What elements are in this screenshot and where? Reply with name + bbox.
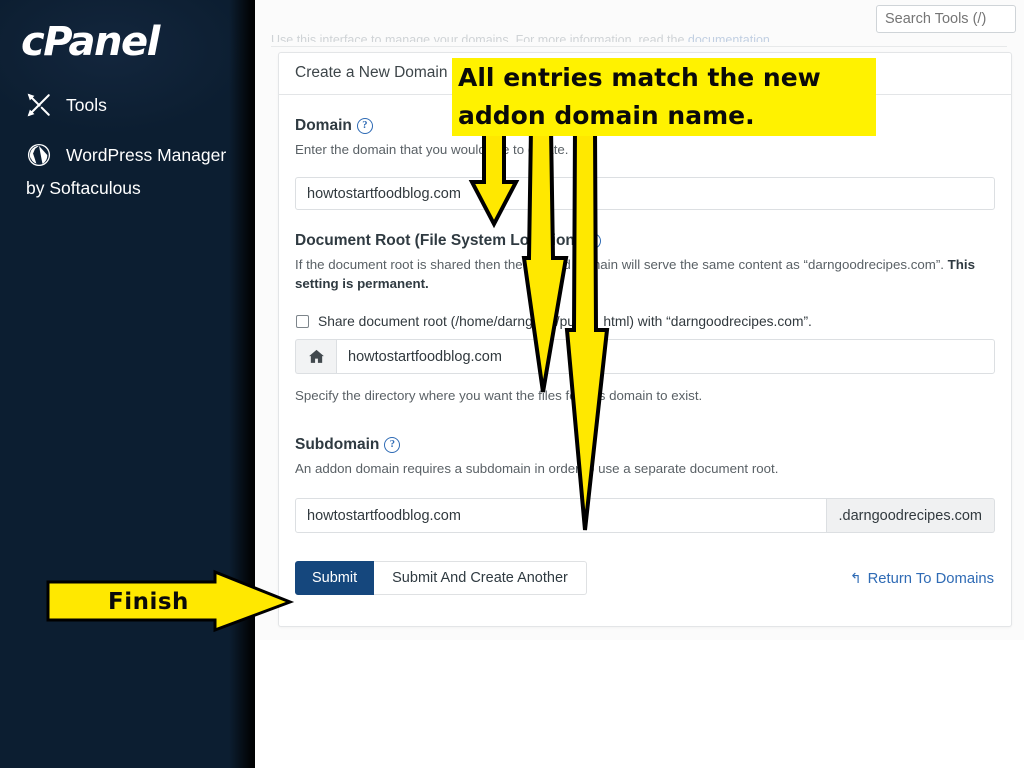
wordpress-icon <box>26 142 52 168</box>
share-document-root-row[interactable]: Share document root (/home/darngood/publ… <box>296 314 812 329</box>
home-icon <box>295 339 336 374</box>
sidebar-item-softaculous-subtitle: by Softaculous <box>26 178 141 198</box>
sidebar-item-label: Tools <box>66 94 107 115</box>
domain-label-text: Domain <box>295 117 352 134</box>
domain-field-block: Domain ? Enter the domain that you would… <box>295 117 995 159</box>
document-root-description: If the document root is shared then the … <box>295 255 995 294</box>
domain-description: Enter the domain that you would like to … <box>295 142 569 157</box>
search-input[interactable] <box>876 5 1016 33</box>
subdomain-label: Subdomain ? <box>295 436 995 454</box>
sidebar-item-wordpress-manager[interactable]: WordPress Manager <box>26 142 226 168</box>
share-document-root-checkbox[interactable] <box>296 315 309 328</box>
submit-button[interactable]: Submit <box>295 561 375 595</box>
share-document-root-label: Share document root (/home/darngood/publ… <box>318 314 812 329</box>
main-content: Use this interface to manage your domain… <box>255 0 1024 768</box>
subdomain-label-text: Subdomain <box>295 436 380 453</box>
search-tools-wrapper <box>876 5 1016 33</box>
subdomain-input[interactable] <box>295 498 827 533</box>
sidebar: cPanel Tools WordPress Manager by Softac… <box>0 0 255 768</box>
document-root-field-block: Document Root (File System Location) ? I… <box>295 232 995 294</box>
tools-icon <box>26 92 52 118</box>
card-title: Create a New Domain <box>295 64 448 81</box>
domain-label: Domain ? <box>295 117 995 135</box>
return-arrow-icon: ↰ <box>849 570 862 586</box>
intro-divider <box>271 46 1007 47</box>
form-actions: Submit Submit And Create Another <box>295 561 587 595</box>
subdomain-suffix: .darngoodrecipes.com <box>826 498 995 533</box>
card-header: Create a New Domain <box>279 53 1011 95</box>
document-root-description-normal: If the document root is shared then the … <box>295 257 948 272</box>
document-root-help-icon[interactable]: ? <box>585 233 602 249</box>
domain-help-icon[interactable]: ? <box>356 118 373 134</box>
document-root-label-text: Document Root (File System Location) <box>295 232 581 249</box>
sidebar-item-tools[interactable]: Tools <box>26 92 107 118</box>
document-root-help-text: Specify the directory where you want the… <box>295 388 703 403</box>
submit-and-create-another-button[interactable]: Submit And Create Another <box>374 561 587 595</box>
page-intro-sentence: Use this interface to manage your domain… <box>271 33 688 42</box>
return-to-domains-link[interactable]: ↰ Return To Domains <box>850 570 994 587</box>
subdomain-field-block: Subdomain ? An addon domain requires a s… <box>295 436 995 478</box>
document-root-input-group <box>295 339 995 374</box>
subdomain-description: An addon domain requires a subdomain in … <box>295 461 779 476</box>
subdomain-input-group: .darngoodrecipes.com <box>295 498 995 533</box>
subdomain-help-icon[interactable]: ? <box>384 437 401 453</box>
cpanel-logo[interactable]: cPanel <box>21 12 181 72</box>
cpanel-addon-domain-screen: cPanel Tools WordPress Manager by Softac… <box>0 0 1024 768</box>
document-root-label: Document Root (File System Location) ? <box>295 232 995 250</box>
documentation-link[interactable]: documentation. <box>688 33 773 42</box>
return-to-domains-label: Return To Domains <box>867 570 994 587</box>
create-new-domain-card: Create a New Domain Domain ? Enter the d… <box>278 52 1012 627</box>
document-root-input[interactable] <box>336 339 995 374</box>
cpanel-logo-text: cPanel <box>21 19 160 65</box>
page-intro-text: Use this interface to manage your domain… <box>271 33 971 42</box>
sidebar-item-label: WordPress Manager <box>66 144 227 165</box>
domain-input[interactable] <box>295 177 995 210</box>
